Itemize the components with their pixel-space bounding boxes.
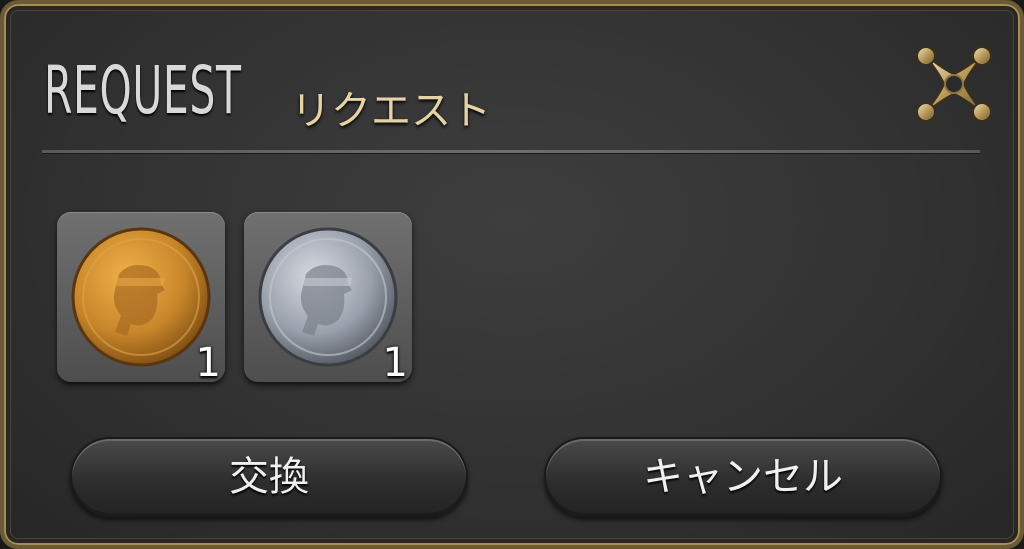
- request-window: REQUEST リクエスト 1 1 交換 キャンセル: [0, 0, 1024, 549]
- item-quantity: 1: [382, 340, 408, 386]
- silver-coin-icon: [258, 227, 398, 367]
- close-button[interactable]: [910, 40, 998, 128]
- exchange-button[interactable]: 交換: [70, 437, 468, 517]
- item-slot-1[interactable]: 1: [57, 212, 225, 386]
- item-slot-2[interactable]: 1: [244, 212, 412, 386]
- close-icon: [916, 46, 992, 122]
- item-quantity: 1: [195, 340, 221, 386]
- gold-coin-icon: [71, 227, 211, 367]
- cancel-button[interactable]: キャンセル: [544, 437, 942, 517]
- window-subtitle: リクエスト: [291, 88, 491, 134]
- window-title: REQUEST: [44, 52, 242, 129]
- title-divider: [42, 150, 980, 153]
